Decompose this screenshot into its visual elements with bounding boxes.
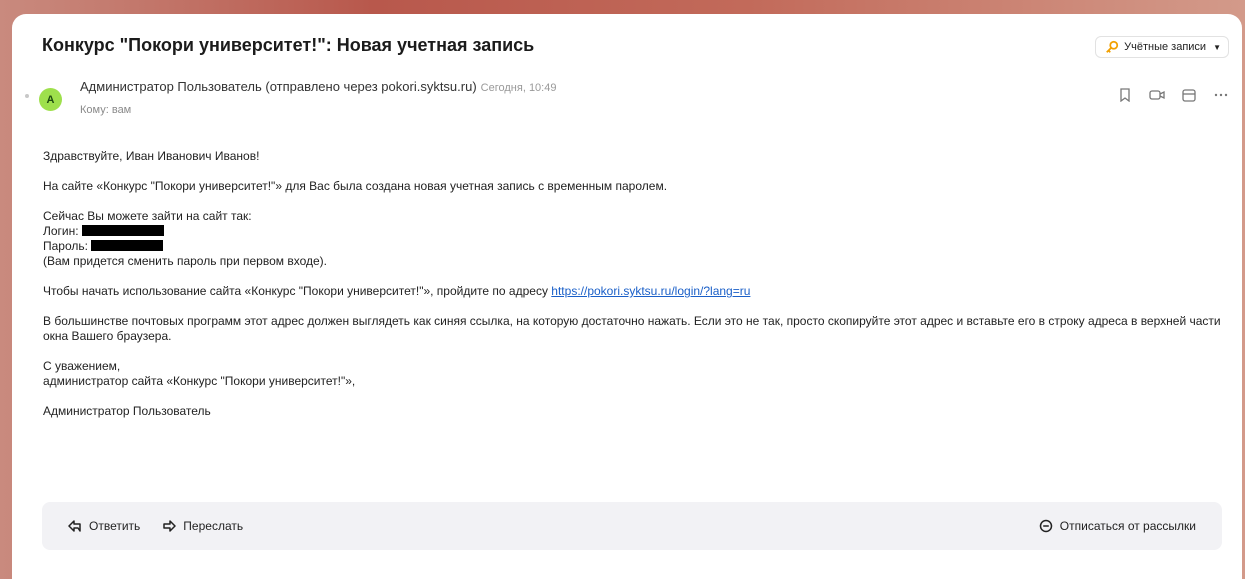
redacted-password xyxy=(91,240,164,251)
forward-label: Переслать xyxy=(183,519,244,533)
minus-circle-icon xyxy=(1039,519,1053,533)
email-subject: Конкурс "Покори университет!": Новая уче… xyxy=(42,35,535,55)
password-label: Пароль: xyxy=(43,239,88,253)
start-text: Чтобы начать использование сайта «Конкур… xyxy=(43,284,548,298)
reply-icon xyxy=(68,520,81,532)
recipient-line: Кому: вам xyxy=(80,104,131,116)
sender-line: Администратор Пользователь (отправлено ч… xyxy=(80,79,556,94)
signature: администратор сайта «Конкурс "Покори уни… xyxy=(43,374,356,388)
accounts-button[interactable]: Учётные записи ▼ xyxy=(1095,36,1229,58)
email-body: Здравствуйте, Иван Иванович Иванов! На с… xyxy=(43,149,1223,434)
recipient[interactable]: вам xyxy=(112,104,131,116)
redacted-login xyxy=(81,225,164,236)
email-card: Конкурс "Покори университет!": Новая уче… xyxy=(12,14,1242,579)
change-password-note: (Вам придется сменить пароль при первом … xyxy=(43,254,327,268)
greeting: Здравствуйте, Иван Иванович Иванов! xyxy=(43,149,260,163)
admin-name: Администратор Пользователь xyxy=(43,404,211,418)
more-icon[interactable] xyxy=(1212,86,1230,104)
start-paragraph: Чтобы начать использование сайта «Конкур… xyxy=(43,284,1223,299)
login-link[interactable]: https://pokori.syktsu.ru/login/?lang=ru xyxy=(551,284,750,298)
password-line: Пароль: xyxy=(43,239,1223,254)
video-icon[interactable] xyxy=(1148,86,1166,104)
email-time: Сегодня, 10:49 xyxy=(480,82,557,94)
hint-paragraph: В большинстве почтовых программ этот адр… xyxy=(43,314,1221,343)
calendar-icon[interactable] xyxy=(1180,86,1198,104)
regards-block: С уважением, администратор сайта «Конкур… xyxy=(43,359,1223,389)
unsubscribe-label: Отписаться от рассылки xyxy=(1059,519,1196,533)
avatar[interactable]: A xyxy=(39,88,62,111)
message-tools xyxy=(1116,86,1230,104)
sender-name[interactable]: Администратор Пользователь (отправлено ч… xyxy=(80,79,477,94)
unread-dot[interactable] xyxy=(25,94,29,98)
reply-button[interactable]: Ответить xyxy=(68,519,140,533)
unsubscribe-button[interactable]: Отписаться от рассылки xyxy=(1039,519,1196,533)
caret-down-icon: ▼ xyxy=(1213,42,1221,52)
login-intro: Сейчас Вы можете зайти на сайт так: xyxy=(43,209,252,223)
forward-button[interactable]: Переслать xyxy=(162,519,243,533)
key-icon xyxy=(1106,40,1119,53)
bookmark-icon[interactable] xyxy=(1116,86,1134,104)
forward-icon xyxy=(163,520,177,532)
to-label: Кому: xyxy=(80,104,109,116)
login-block: Сейчас Вы можете зайти на сайт так: Логи… xyxy=(43,209,1223,269)
accounts-button-label: Учётные записи xyxy=(1124,41,1207,53)
login-line: Логин: xyxy=(43,224,1223,239)
action-bar: Ответить Переслать Отписаться от рассылк… xyxy=(42,502,1222,550)
login-label: Логин: xyxy=(43,224,79,238)
intro-paragraph: На сайте «Конкурс "Покори университет!"»… xyxy=(43,179,668,193)
reply-label: Ответить xyxy=(89,519,141,533)
regards: С уважением, xyxy=(43,359,121,373)
